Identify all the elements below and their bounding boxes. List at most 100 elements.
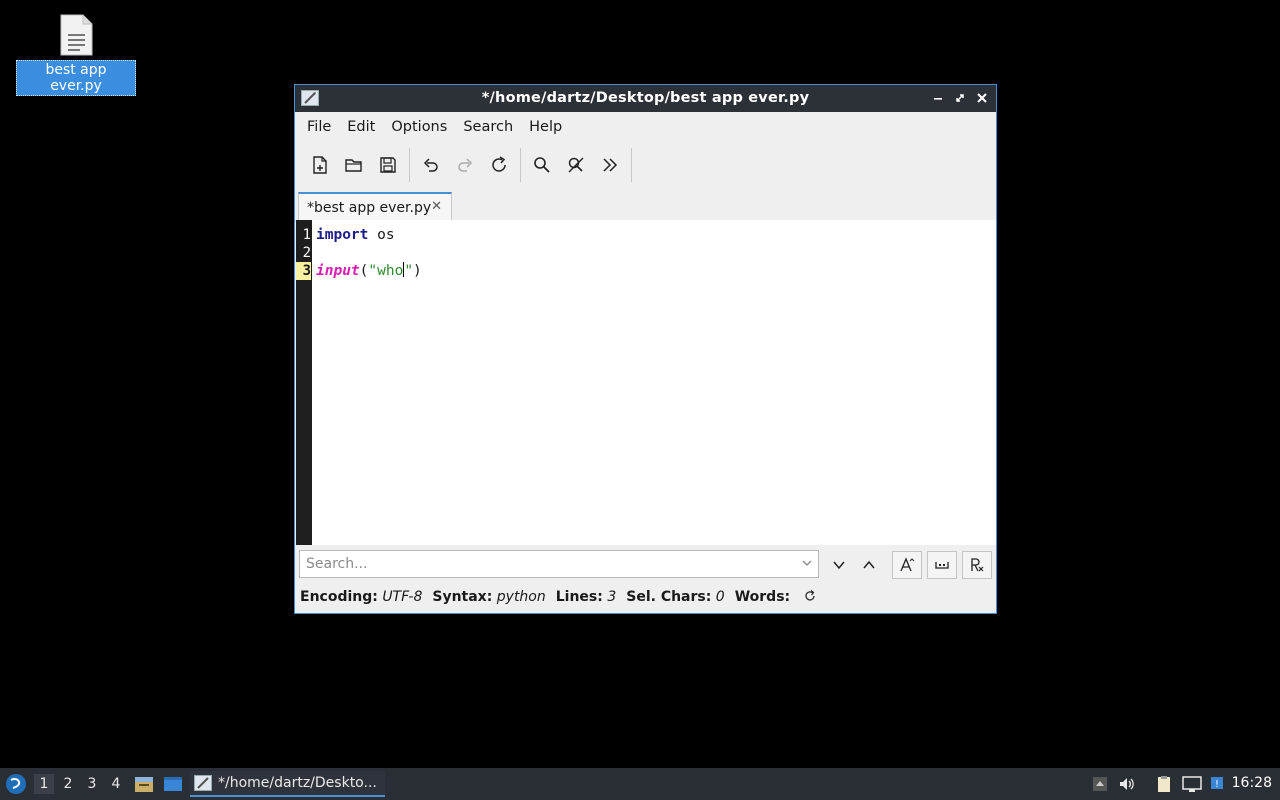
redo-icon — [458, 158, 473, 172]
close-icon — [977, 93, 987, 103]
desktop-file-label[interactable]: best app ever.py — [16, 60, 136, 96]
refresh-icon[interactable] — [803, 589, 817, 603]
app-menu-icon — [6, 774, 26, 794]
clock[interactable]: 16:28 — [1232, 775, 1272, 791]
tray-expand-icon — [1093, 777, 1107, 791]
toolbar-separator — [520, 148, 521, 182]
toolbar — [295, 142, 996, 189]
close-button[interactable] — [974, 89, 990, 107]
tab-best-app-ever[interactable]: *best app ever.py ✕ — [298, 192, 452, 221]
chevron-down-icon — [833, 561, 845, 570]
desktop-file-icon[interactable]: best app ever.py — [16, 14, 136, 96]
status-lines: Lines: 3 — [556, 589, 617, 605]
status-words: Words: — [735, 589, 817, 605]
start-menu-button[interactable] — [4, 772, 28, 796]
taskbar-task-editor[interactable]: */home/dartz/Deskto... — [190, 771, 385, 797]
menu-file[interactable]: File — [299, 119, 339, 135]
chevron-down-icon[interactable] — [800, 556, 814, 570]
menu-edit[interactable]: Edit — [339, 119, 383, 135]
toolbar-separator — [409, 148, 410, 182]
save-button[interactable] — [371, 148, 405, 182]
encoding-label: Encoding: — [300, 589, 378, 605]
editor-window: */home/dartz/Desktop/best app ever.py Fi… — [294, 84, 997, 614]
svg-text:!: ! — [1215, 779, 1219, 790]
more-button[interactable] — [593, 148, 627, 182]
status-bar: Encoding: UTF-8 Syntax: python Lines: 3 … — [295, 583, 1001, 611]
menu-options[interactable]: Options — [383, 119, 455, 135]
menu-bar: File Edit Options Search Help — [295, 112, 996, 142]
status-syntax: Syntax: python — [432, 589, 545, 605]
clipboard-icon — [1158, 776, 1170, 792]
code-editor[interactable]: 1 2 3 import os input("who") — [296, 220, 996, 545]
maximize-icon — [956, 94, 964, 102]
tray-arrow[interactable] — [1091, 775, 1111, 793]
tab-label: *best app ever.py — [307, 199, 432, 216]
undo-icon — [423, 158, 438, 172]
desktop-icon — [164, 777, 182, 791]
search-bar: Search... — [295, 546, 996, 582]
maximize-button[interactable] — [952, 89, 968, 107]
reload-icon — [492, 156, 506, 172]
whole-word-button[interactable] — [927, 551, 957, 579]
sel-chars-label: Sel. Chars: — [626, 589, 712, 605]
file-manager-launcher[interactable] — [133, 774, 155, 794]
lines-value: 3 — [607, 589, 617, 605]
minimize-icon — [934, 98, 942, 100]
tab-bar: *best app ever.py ✕ — [295, 189, 996, 222]
volume-icon — [1120, 778, 1134, 790]
code-string: "who — [368, 263, 404, 279]
regex-icon — [971, 558, 984, 572]
chevron-up-icon — [863, 560, 875, 569]
find-next-button[interactable] — [824, 551, 854, 579]
status-sel-chars: Sel. Chars: 0 — [626, 589, 724, 605]
search-icon — [534, 157, 550, 173]
code-keyword: import — [316, 227, 369, 243]
line-number-current: 3 — [296, 262, 311, 280]
file-manager-icon — [135, 777, 153, 792]
undo-button[interactable] — [414, 148, 448, 182]
code-line: input("who") — [316, 262, 422, 280]
code-string-end: " — [404, 263, 414, 279]
menu-help[interactable]: Help — [521, 119, 570, 135]
save-icon — [380, 157, 396, 173]
reload-button[interactable] — [482, 148, 516, 182]
search-input[interactable]: Search... — [299, 550, 819, 578]
new-file-icon — [313, 156, 327, 174]
match-case-button[interactable] — [892, 551, 922, 579]
window-titlebar[interactable]: */home/dartz/Desktop/best app ever.py — [295, 85, 996, 112]
open-file-button[interactable] — [337, 148, 371, 182]
syntax-label: Syntax: — [432, 589, 493, 605]
new-file-button[interactable] — [303, 148, 337, 182]
lines-label: Lines: — [555, 589, 603, 605]
network-tray[interactable] — [1182, 775, 1202, 793]
code-function: input — [316, 263, 360, 279]
tab-close-icon[interactable]: ✕ — [431, 199, 442, 214]
clipboard-tray[interactable] — [1155, 775, 1175, 793]
workspace-4[interactable]: 4 — [106, 774, 126, 794]
sel-chars-value: 0 — [715, 589, 725, 605]
update-tray[interactable]: ! — [1209, 775, 1229, 793]
search-placeholder: Search... — [306, 556, 368, 572]
find-previous-button[interactable] — [854, 551, 884, 579]
syntax-value: python — [496, 589, 546, 605]
volume-tray[interactable] — [1118, 775, 1138, 793]
status-encoding: Encoding: UTF-8 — [300, 589, 422, 605]
menu-search[interactable]: Search — [455, 119, 521, 135]
line-number-gutter: 1 2 3 — [296, 220, 312, 545]
featherpad-app-icon — [194, 775, 212, 791]
folder-open-icon — [345, 159, 362, 172]
show-desktop-launcher[interactable] — [162, 774, 184, 794]
regex-button[interactable] — [962, 551, 992, 579]
notification-icon: ! — [1211, 777, 1223, 790]
workspace-1[interactable]: 1 — [34, 774, 54, 794]
network-icon — [1182, 776, 1202, 792]
toolbar-separator — [631, 148, 632, 182]
workspace-3[interactable]: 3 — [82, 774, 102, 794]
task-label: */home/dartz/Deskto... — [218, 775, 377, 791]
minimize-button[interactable] — [930, 89, 946, 107]
redo-button[interactable] — [448, 148, 482, 182]
find-button[interactable] — [525, 148, 559, 182]
words-label: Words: — [734, 589, 791, 605]
workspace-2[interactable]: 2 — [58, 774, 78, 794]
replace-button[interactable] — [559, 148, 593, 182]
